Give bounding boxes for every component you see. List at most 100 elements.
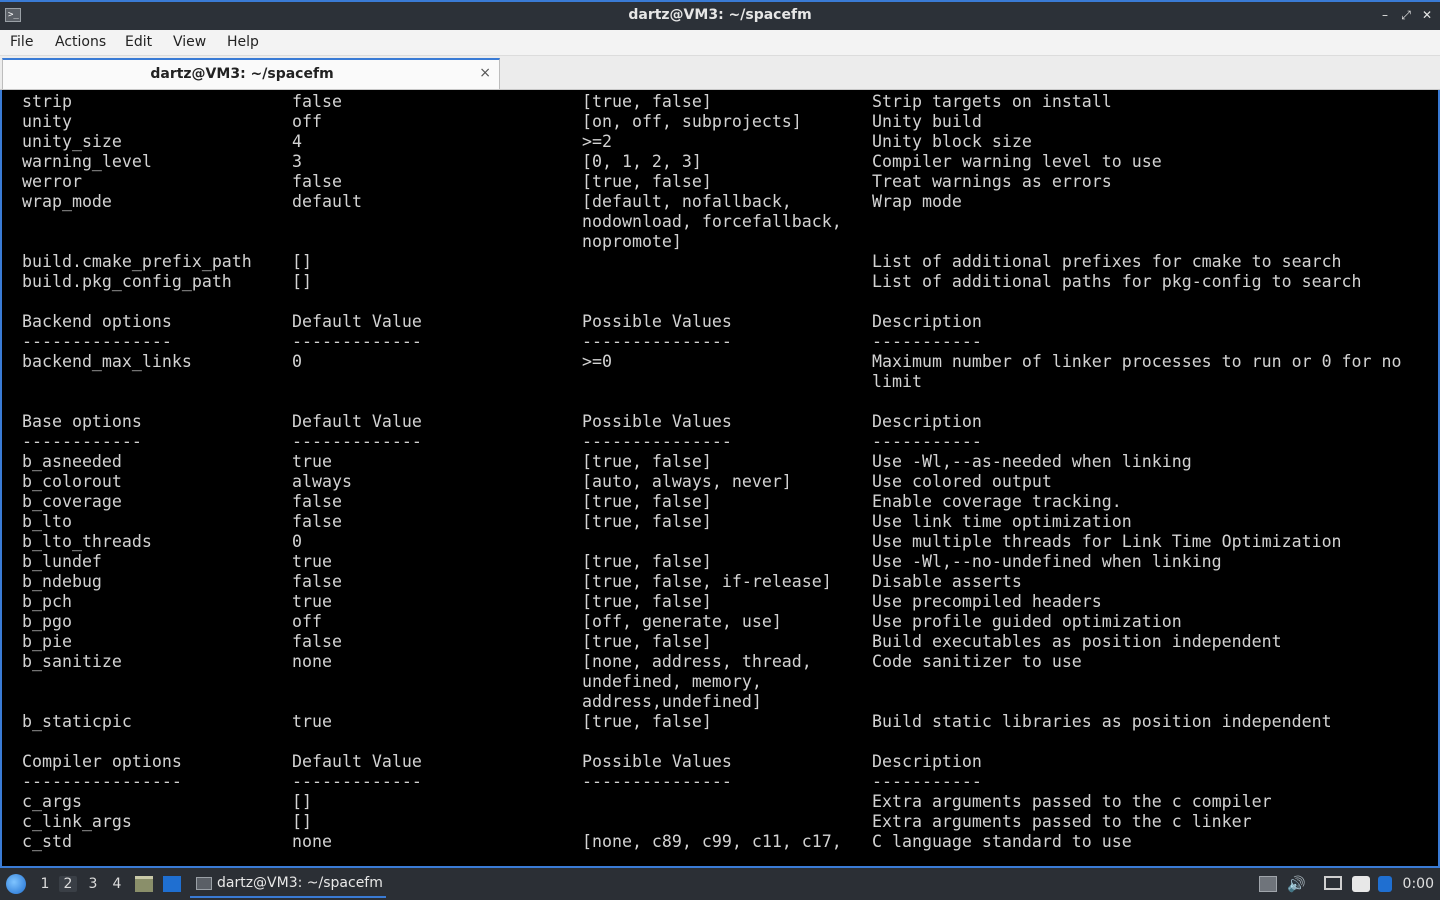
terminal-cell-option-name: Compiler options [22,752,182,771]
terminal-cell-possible-values: --------------- [582,332,732,351]
terminal-line: limit [2,372,1438,392]
terminal-cell-description: limit [872,372,922,391]
terminal-line: nopromote] [2,232,1438,252]
menu-file[interactable]: File [10,34,33,50]
terminal-line: c_args [] Extra arguments passed to the c … [2,792,1438,812]
terminal-cell-possible-values: [off, generate, use] [582,612,782,631]
terminal-cell-default-value: ------------- [292,432,422,451]
terminal-cell-description: Use profile guided optimization [872,612,1182,631]
menu-view[interactable]: View [173,34,206,50]
terminal-cell-default-value: false [292,172,342,191]
terminal-output[interactable]: strip false [true, false] Strip targets on … [0,90,1440,868]
terminal-cell-default-value: 4 [292,132,302,151]
terminal-cell-option-name: strip [22,92,72,111]
start-menu-icon[interactable] [6,874,26,894]
terminal-line: werror false [true, false] Treat warnings a… [2,172,1438,192]
terminal-cell-description: C language standard to use [872,832,1132,851]
terminal-cell-description: ----------- [872,432,982,451]
workspace-3[interactable]: 3 [84,876,102,892]
file-manager-icon[interactable] [135,876,153,892]
terminal-cell-default-value: default [292,192,362,211]
terminal-line: address,undefined] [2,692,1438,712]
terminal-cell-default-value: 0 [292,532,302,551]
menu-edit[interactable]: Edit [125,34,152,50]
terminal-cell-possible-values: [true, false] [582,172,712,191]
terminal-line: b_sanitize none [none, address, thread, Cod… [2,652,1438,672]
terminal-line: Backend options Default Value Possible Val… [2,312,1438,332]
close-window-button[interactable]: ✕ [1420,8,1434,22]
terminal-cell-description: ----------- [872,772,982,791]
terminal-cell-option-name: b_pie [22,632,72,651]
terminal-cell-default-value: Default Value [292,412,422,431]
update-notifier-icon[interactable] [1378,876,1392,892]
terminal-cell-option-name: Base options [22,412,142,431]
terminal-cell-option-name: b_colorout [22,472,122,491]
volume-icon[interactable]: 🔊 [1287,876,1306,892]
terminal-cell-default-value: [] [292,792,312,811]
window-titlebar[interactable]: >_ dartz@VM3: ~/spacefm – ⤢ ✕ [0,0,1440,30]
terminal-line: b_colorout always [auto, always, never] Use… [2,472,1438,492]
terminal-cell-possible-values: [on, off, subprojects] [582,112,802,131]
terminal-cell-description: Strip targets on install [872,92,1112,111]
terminal-cell-description: Enable coverage tracking. [872,492,1122,511]
terminal-line: b_pch true [true, false] Use precompiled he… [2,592,1438,612]
menu-bar: File Actions Edit View Help [0,30,1440,56]
eject-icon[interactable] [1259,876,1277,892]
workspace-1[interactable]: 1 [36,876,54,892]
terminal-cell-possible-values: Possible Values [582,752,732,771]
terminal-cell-possible-values: [true, false] [582,632,712,651]
terminal-cell-option-name: b_lundef [22,552,102,571]
terminal-line: b_lto_threads 0 Use multiple threads for L… [2,532,1438,552]
terminal-line: backend_max_links 0 >=0 Maximum number of l… [2,352,1438,372]
terminal-cell-description: Use -Wl,--as-needed when linking [872,452,1192,471]
terminal-cell-default-value: false [292,512,342,531]
clipboard-icon[interactable] [1352,876,1370,892]
terminal-cell-description: Compiler warning level to use [872,152,1162,171]
window-title: dartz@VM3: ~/spacefm [628,7,812,23]
tab-close-button[interactable]: × [479,65,491,81]
terminal-cell-possible-values: Possible Values [582,412,732,431]
terminal-cell-default-value: none [292,652,332,671]
terminal-cell-description: Use link time optimization [872,512,1132,531]
workspace-2[interactable]: 2 [59,876,77,892]
terminal-cell-option-name: build.pkg_config_path [22,272,232,291]
terminal-cell-possible-values: undefined, memory, [582,672,762,691]
terminal-cell-default-value: [] [292,252,312,271]
terminal-cell-possible-values: >=2 [582,132,612,151]
taskbar-task-label: dartz@VM3: ~/spacefm [217,875,383,891]
terminal-cell-option-name: werror [22,172,82,191]
terminal-cell-default-value: Default Value [292,752,422,771]
terminal-line: ----------------------------------------… [2,772,1438,792]
terminal-cell-option-name: unity_size [22,132,122,151]
terminal-cell-description: Wrap mode [872,192,962,211]
terminal-cell-description: Use colored output [872,472,1052,491]
tab-terminal[interactable]: dartz@VM3: ~/spacefm × [2,58,500,89]
network-icon[interactable] [1324,876,1342,890]
terminal-cell-option-name: build.cmake_prefix_path [22,252,252,271]
terminal-line: b_ndebug false [true, false, if-release] Di… [2,572,1438,592]
terminal-cell-possible-values: [true, false] [582,512,712,531]
workspace-4[interactable]: 4 [108,876,126,892]
terminal-cell-description: Extra arguments passed to the c compiler [872,792,1272,811]
terminal-cell-possible-values: [none, address, thread, [582,652,812,671]
terminal-cell-possible-values: [0, 1, 2, 3] [582,152,702,171]
minimize-button[interactable]: – [1378,8,1392,22]
menu-help[interactable]: Help [227,34,259,50]
terminal-cell-option-name: backend_max_links [22,352,192,371]
taskbar-task-terminal[interactable]: dartz@VM3: ~/spacefm [190,870,386,898]
menu-actions[interactable]: Actions [55,34,106,50]
terminal-cell-default-value: true [292,552,332,571]
terminal-line: c_link_args [] Extra arguments passed to t… [2,812,1438,832]
terminal-line: Compiler options Default Value Possible Va… [2,752,1438,772]
terminal-line: ----------------------------------------… [2,332,1438,352]
terminal-cell-option-name: b_coverage [22,492,122,511]
tab-label: dartz@VM3: ~/spacefm [150,66,334,82]
taskbar: 1 2 3 4 dartz@VM3: ~/spacefm 🔊 0:00 [0,868,1440,900]
terminal-cell-description: Extra arguments passed to the c linker [872,812,1252,831]
maximize-button[interactable]: ⤢ [1399,8,1413,22]
terminal-cell-description: Use -Wl,--no-undefined when linking [872,552,1222,571]
show-desktop-icon[interactable] [163,876,181,892]
terminal-cell-possible-values: --------------- [582,772,732,791]
